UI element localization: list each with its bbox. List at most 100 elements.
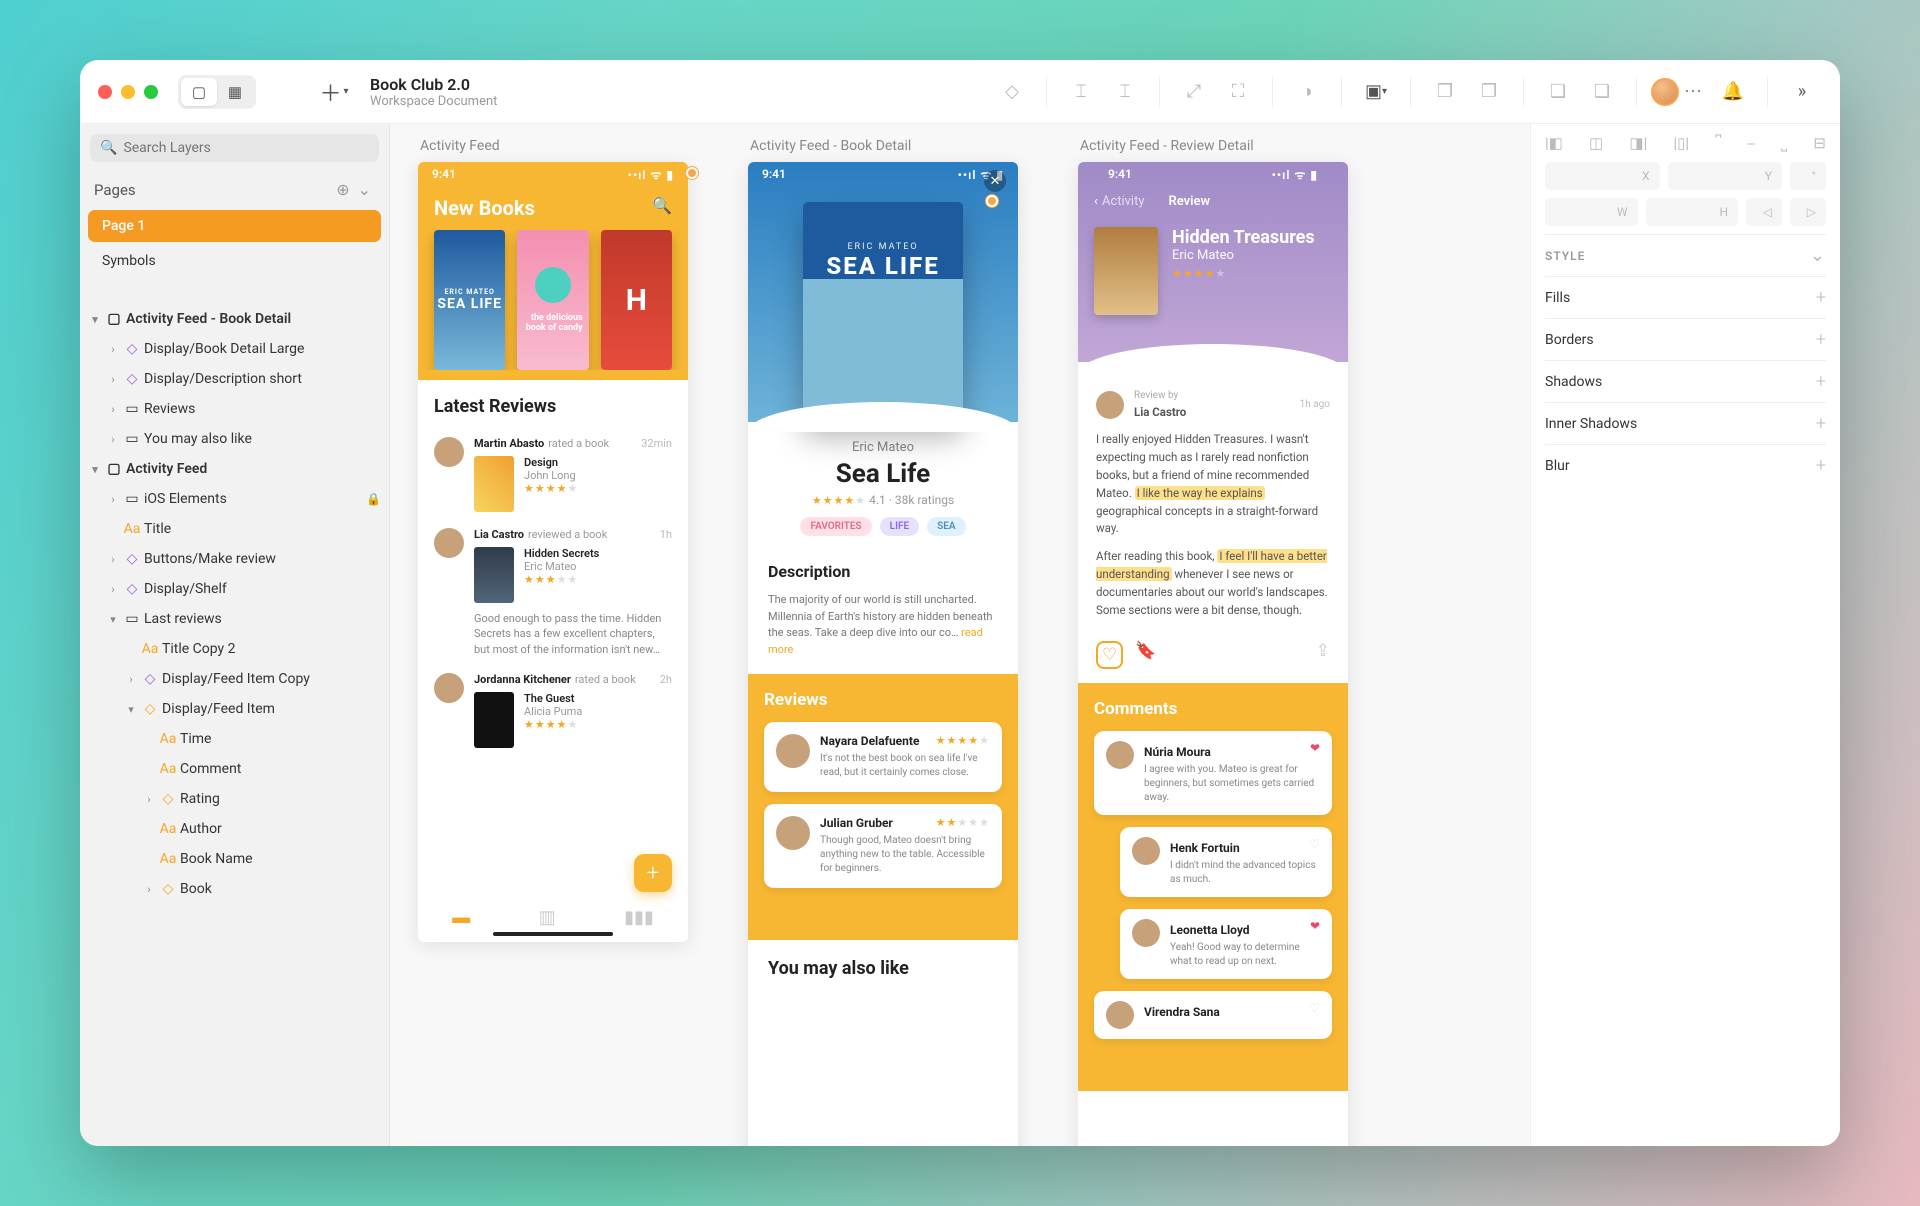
layer-row[interactable]: ›◇Rating (80, 784, 389, 814)
layer-row[interactable]: ›◇Book (80, 874, 389, 904)
user-avatar[interactable] (1651, 78, 1679, 106)
prototype-connector[interactable] (986, 195, 998, 207)
disclosure-triangle-icon[interactable]: ▾ (104, 613, 122, 626)
layer-row[interactable]: AaComment (80, 754, 389, 784)
backward-icon[interactable]: ❏ (1582, 74, 1622, 110)
layer-row[interactable]: ›◇Display/Shelf (80, 574, 389, 604)
review-card[interactable]: Nayara Delafuente★★★★★ It's not the best… (764, 722, 1002, 792)
align-right-icon[interactable]: ◨| (1629, 134, 1647, 152)
subtract-icon[interactable]: ❐ (1469, 74, 1509, 110)
review-card[interactable]: Julian Gruber★★★★★ Though good, Mateo do… (764, 804, 1002, 888)
align-bottom-icon[interactable]: ⎵ (1781, 134, 1787, 152)
layer-row[interactable]: ›▭Reviews (80, 394, 389, 424)
align-top-icon[interactable]: ⎴ (1715, 134, 1721, 152)
heart-icon[interactable]: ❤ (1310, 919, 1320, 933)
inspector-section[interactable]: Borders+ (1545, 318, 1826, 360)
rotate-icon[interactable]: ◇ (992, 74, 1032, 110)
layer-row[interactable]: ▾▭Last reviews (80, 604, 389, 634)
layer-row[interactable]: AaTitle (80, 514, 389, 544)
align-center-h-icon[interactable]: ◫ (1589, 134, 1603, 152)
h-field[interactable]: H (1646, 198, 1739, 226)
share-icon[interactable]: ⇪ (1316, 641, 1330, 669)
inspector-section[interactable]: Blur+ (1545, 444, 1826, 486)
add-icon[interactable]: + (1816, 413, 1826, 434)
chevron-down-icon[interactable]: ⌄ (1810, 245, 1826, 266)
disclosure-triangle-icon[interactable]: › (104, 433, 122, 446)
artboard-label[interactable]: Activity Feed (420, 138, 500, 154)
layer-row[interactable]: ›▭iOS Elements🔒 (80, 484, 389, 514)
tag-pill[interactable]: FAVORITES (800, 517, 871, 536)
align-middle-icon[interactable]: ⎯ (1747, 134, 1755, 152)
disclosure-triangle-icon[interactable]: › (104, 493, 122, 506)
canvas-view-icon[interactable]: ▢ (181, 78, 217, 106)
add-icon[interactable]: + (1816, 455, 1826, 476)
layer-row[interactable]: ▾◇Display/Feed Item (80, 694, 389, 724)
heart-icon[interactable]: ❤ (1310, 741, 1320, 755)
components-view-icon[interactable]: ▦ (217, 78, 253, 106)
heart-icon[interactable]: ♡ (1309, 837, 1320, 851)
compose-fab[interactable]: + (634, 854, 672, 892)
bookmark-icon[interactable]: 🔖 (1135, 641, 1156, 669)
artboard-book-detail[interactable]: 9:41••ıl ᯤ ▮ ✕ ERIC MATEO SEA LIFE Eric … (748, 162, 1018, 1146)
page-row[interactable]: Page 1 (88, 210, 381, 242)
layer-row[interactable]: AaTitle Copy 2 (80, 634, 389, 664)
disclosure-triangle-icon[interactable]: › (104, 583, 122, 596)
disclosure-triangle-icon[interactable]: ▾ (86, 313, 104, 326)
prototype-connector[interactable] (686, 167, 698, 179)
forward-icon[interactable]: ❏ (1538, 74, 1578, 110)
add-icon[interactable]: + (1816, 371, 1826, 392)
layer-row[interactable]: AaTime (80, 724, 389, 754)
inspector-section[interactable]: Shadows+ (1545, 360, 1826, 402)
disclosure-triangle-icon[interactable]: › (140, 793, 158, 806)
tab-home-icon[interactable]: ▬ (452, 907, 470, 928)
y-field[interactable]: Y (1668, 162, 1783, 190)
search-input[interactable] (123, 140, 369, 156)
w-field[interactable]: W (1545, 198, 1638, 226)
align-left-icon[interactable]: |◧ (1545, 134, 1563, 152)
disclosure-triangle-icon[interactable]: ▾ (86, 463, 104, 476)
layer-row[interactable]: ▾▢Activity Feed (80, 454, 389, 484)
align-bottom-icon[interactable]: ⌶ (1105, 74, 1145, 110)
page-row[interactable]: Symbols (88, 245, 381, 277)
tag-pill[interactable]: SEA (927, 517, 965, 536)
disclosure-triangle-icon[interactable]: › (122, 673, 140, 686)
artboard-label[interactable]: Activity Feed - Review Detail (1080, 138, 1254, 154)
comment-card[interactable]: Núria MouraI agree with you. Mateo is gr… (1094, 731, 1332, 815)
collaborators-menu-icon[interactable]: ⋯ (1683, 74, 1703, 110)
add-page-icon[interactable]: ⊕ (332, 180, 353, 199)
edit-icon[interactable]: ⛶ (1218, 74, 1258, 110)
tag-pill[interactable]: LIFE (880, 517, 919, 536)
layer-row[interactable]: ›◇Display/Feed Item Copy (80, 664, 389, 694)
layer-row[interactable]: AaBook Name (80, 844, 389, 874)
canvas[interactable]: Activity Feed 9:41••ıl ᯤ ▮ New Books🔍 ER… (390, 124, 1530, 1146)
heart-icon[interactable]: ♡ (1309, 1001, 1320, 1015)
mask-icon[interactable]: ◑ (1287, 74, 1327, 110)
flip-v-icon[interactable]: ▷ (1790, 198, 1826, 226)
distribute-v-icon[interactable]: ⊟ (1813, 134, 1826, 152)
flip-h-icon[interactable]: ◁ (1746, 198, 1782, 226)
comment-card[interactable]: Virendra Sana ♡ (1094, 991, 1332, 1039)
pages-chevron-icon[interactable]: ⌄ (354, 180, 375, 199)
inspector-section[interactable]: Inner Shadows+ (1545, 402, 1826, 444)
comment-card[interactable]: Henk FortuinI didn't mind the advanced t… (1120, 827, 1332, 897)
disclosure-triangle-icon[interactable]: › (104, 553, 122, 566)
zoom-window-button[interactable] (144, 85, 158, 99)
overflow-chevron-icon[interactable]: » (1782, 74, 1822, 110)
distribute-h-icon[interactable]: |▯| (1673, 134, 1689, 152)
inspector-section[interactable]: Fills+ (1545, 276, 1826, 318)
layer-row[interactable]: ›◇Buttons/Make review (80, 544, 389, 574)
union-icon[interactable]: ❐ (1425, 74, 1465, 110)
artboard-review-detail[interactable]: 9:41••ıl ᯤ ▮ ‹Activity Review Hidden Tre… (1078, 162, 1348, 1146)
layer-row[interactable]: ›◇Display/Description short (80, 364, 389, 394)
layer-row[interactable]: ▾▢Activity Feed - Book Detail (80, 304, 389, 334)
artboard-activity-feed[interactable]: 9:41••ıl ᯤ ▮ New Books🔍 ERIC MATEOSEA LI… (418, 162, 688, 942)
angle-field[interactable]: ° (1790, 162, 1826, 190)
disclosure-triangle-icon[interactable]: › (140, 883, 158, 896)
close-icon[interactable]: ✕ (984, 170, 1006, 192)
feed-item[interactable]: Jordanna Kitchener rated a book2h The Gu… (418, 669, 688, 760)
resize-artboard-icon[interactable]: ▣▾ (1356, 74, 1396, 110)
disclosure-triangle-icon[interactable]: ▾ (122, 703, 140, 716)
search-layers-field[interactable]: 🔍 (90, 134, 379, 162)
layer-row[interactable]: AaAuthor (80, 814, 389, 844)
view-segmented-control[interactable]: ▢ ▦ (178, 75, 256, 109)
